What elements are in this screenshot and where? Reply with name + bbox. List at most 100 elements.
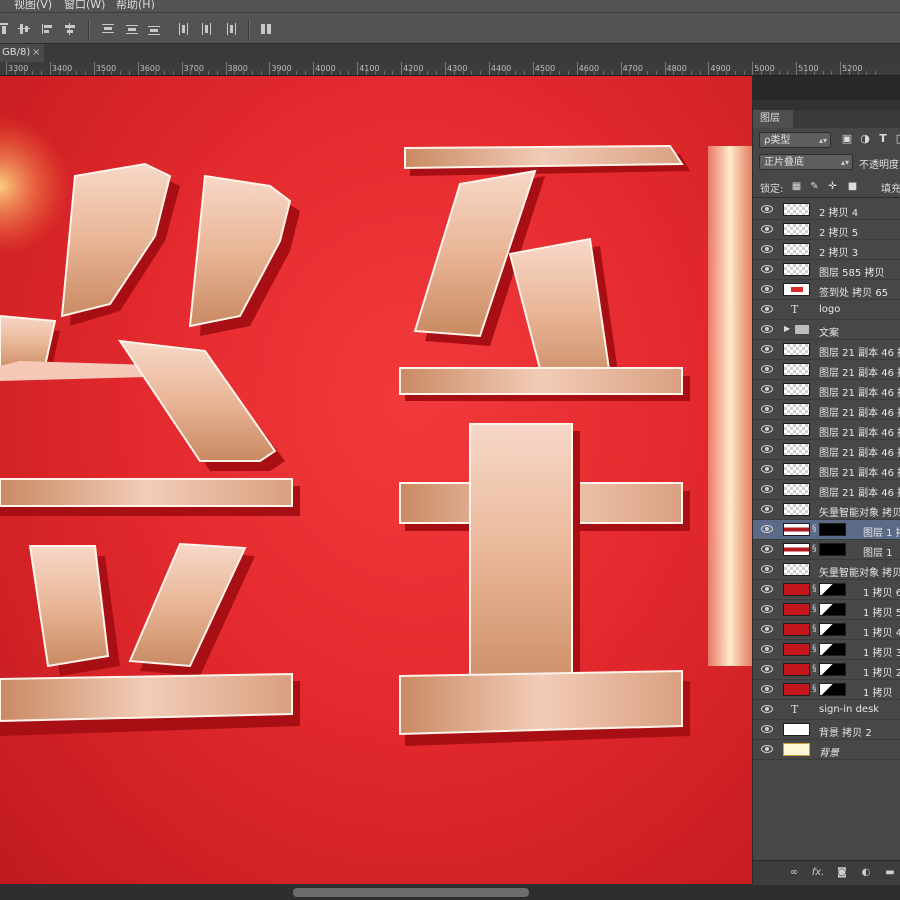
layer-row[interactable]: 签到处 拷贝 65	[753, 280, 900, 300]
distribute-left-icon[interactable]	[176, 21, 192, 37]
visibility-eye-icon[interactable]	[761, 345, 773, 353]
layer-row[interactable]: 图层 21 副本 46 拷	[753, 340, 900, 360]
layer-thumbnail[interactable]	[783, 543, 810, 556]
layer-thumbnail[interactable]	[783, 523, 810, 536]
scrollbar-thumb[interactable]	[293, 888, 529, 897]
layer-thumbnail[interactable]	[783, 443, 810, 456]
link-icon[interactable]: ∞	[787, 866, 801, 880]
visibility-eye-icon[interactable]	[761, 465, 773, 473]
layer-thumbnail[interactable]	[783, 263, 810, 276]
distribute-vcenter-icon[interactable]	[124, 21, 140, 37]
layer-mask-thumbnail[interactable]	[819, 523, 846, 536]
layer-mask-thumbnail[interactable]	[819, 603, 846, 616]
filter-kind-select[interactable]: ρ类型 ▴▾	[759, 132, 831, 148]
adjustment-icon[interactable]: ◐	[859, 866, 873, 880]
lock-paint-icon[interactable]: ✎	[809, 181, 820, 192]
image-filter-icon[interactable]: ▣	[841, 133, 853, 145]
align-bottom-icon[interactable]	[40, 21, 56, 37]
horizontal-ruler[interactable]: 3300 3400 3500 3600 3700 3800 3900 4000 4100 4200…	[0, 62, 900, 76]
layer-mask-thumbnail[interactable]	[819, 543, 846, 556]
visibility-eye-icon[interactable]	[761, 205, 773, 213]
lock-position-icon[interactable]: ✛	[827, 181, 838, 192]
layer-thumbnail[interactable]	[783, 463, 810, 476]
layer-row[interactable]: § 图层 1	[753, 540, 900, 560]
layer-row[interactable]: 图层 21 副本 46 拷	[753, 460, 900, 480]
layer-thumbnail[interactable]	[783, 623, 810, 636]
layer-row[interactable]: § 1 拷贝 2	[753, 660, 900, 680]
layer-row[interactable]: § 1 拷贝	[753, 680, 900, 700]
visibility-eye-icon[interactable]	[761, 365, 773, 373]
layer-mask-thumbnail[interactable]	[819, 623, 846, 636]
visibility-eye-icon[interactable]	[761, 745, 773, 753]
align-vcenter-icon[interactable]	[16, 21, 32, 37]
folder-icon[interactable]: ▬	[883, 866, 897, 880]
layer-row[interactable]: 2 拷贝 5	[753, 220, 900, 240]
layer-thumbnail[interactable]	[783, 483, 810, 496]
visibility-eye-icon[interactable]	[761, 585, 773, 593]
layer-row[interactable]: 图层 21 副本 46 拷	[753, 480, 900, 500]
visibility-eye-icon[interactable]	[761, 725, 773, 733]
layer-row[interactable]: 背景 拷贝 2	[753, 720, 900, 740]
layer-row[interactable]: 图层 21 副本 46 拷	[753, 400, 900, 420]
layer-thumbnail[interactable]	[783, 363, 810, 376]
panel-header[interactable]	[753, 100, 900, 110]
layer-thumbnail[interactable]	[783, 243, 810, 256]
mask-link-icon[interactable]: §	[812, 584, 818, 595]
layer-row[interactable]: Tsign-in desk	[753, 700, 900, 720]
distribute-bottom-icon[interactable]	[146, 21, 162, 37]
mask-link-icon[interactable]: §	[812, 524, 818, 535]
expand-arrow-icon[interactable]: ▶	[784, 324, 790, 333]
visibility-eye-icon[interactable]	[761, 405, 773, 413]
layer-row[interactable]: § 1 拷贝 4	[753, 620, 900, 640]
layer-row[interactable]: § 1 拷贝 6	[753, 580, 900, 600]
mask-icon[interactable]: ◙	[835, 866, 849, 880]
layer-row[interactable]: § 1 拷贝 5	[753, 600, 900, 620]
layer-thumbnail[interactable]	[783, 503, 810, 516]
visibility-eye-icon[interactable]	[761, 505, 773, 513]
visibility-eye-icon[interactable]	[761, 385, 773, 393]
mask-link-icon[interactable]: §	[812, 604, 818, 615]
auto-align-icon[interactable]	[258, 21, 274, 37]
layer-thumbnail[interactable]	[783, 383, 810, 396]
visibility-eye-icon[interactable]	[761, 545, 773, 553]
layer-thumbnail[interactable]	[783, 343, 810, 356]
layer-row[interactable]: Tlogo	[753, 300, 900, 320]
layer-mask-thumbnail[interactable]	[819, 663, 846, 676]
document-tab[interactable]: GB/8) ×	[0, 44, 44, 62]
mask-link-icon[interactable]: §	[812, 684, 818, 695]
layer-thumbnail[interactable]	[783, 223, 810, 236]
layer-row[interactable]: 背景	[753, 740, 900, 760]
layer-row[interactable]: 2 拷贝 4	[753, 200, 900, 220]
visibility-eye-icon[interactable]	[761, 265, 773, 273]
layer-mask-thumbnail[interactable]	[819, 583, 846, 596]
visibility-eye-icon[interactable]	[761, 225, 773, 233]
layer-row[interactable]: 2 拷贝 3	[753, 240, 900, 260]
layer-row[interactable]: § 图层 1 拷	[753, 520, 900, 540]
menu-view[interactable]: 视图(V)	[14, 0, 52, 12]
fx-icon[interactable]: fx.	[811, 866, 825, 880]
layer-row[interactable]: 图层 21 副本 46 拷	[753, 440, 900, 460]
layer-row[interactable]: ▶ 文案	[753, 320, 900, 340]
layer-thumbnail[interactable]	[783, 423, 810, 436]
visibility-eye-icon[interactable]	[761, 425, 773, 433]
visibility-eye-icon[interactable]	[761, 565, 773, 573]
layer-row[interactable]: 图层 21 副本 46 拷	[753, 360, 900, 380]
distribute-right-icon[interactable]	[222, 21, 238, 37]
layer-thumbnail[interactable]	[783, 563, 810, 576]
visibility-eye-icon[interactable]	[761, 485, 773, 493]
visibility-eye-icon[interactable]	[761, 705, 773, 713]
layer-row[interactable]: 图层 21 副本 46 拷	[753, 380, 900, 400]
visibility-eye-icon[interactable]	[761, 245, 773, 253]
canvas[interactable]	[0, 76, 752, 884]
visibility-eye-icon[interactable]	[761, 445, 773, 453]
layer-thumbnail[interactable]	[783, 283, 810, 296]
align-top-icon[interactable]	[0, 21, 12, 37]
visibility-eye-icon[interactable]	[761, 605, 773, 613]
visibility-eye-icon[interactable]	[761, 685, 773, 693]
mask-link-icon[interactable]: §	[812, 544, 818, 555]
layer-thumbnail[interactable]	[783, 603, 810, 616]
layer-thumbnail[interactable]	[783, 663, 810, 676]
layer-thumbnail[interactable]	[783, 583, 810, 596]
layer-row[interactable]: 矢量智能对象 拷贝	[753, 560, 900, 580]
mask-link-icon[interactable]: §	[812, 644, 818, 655]
